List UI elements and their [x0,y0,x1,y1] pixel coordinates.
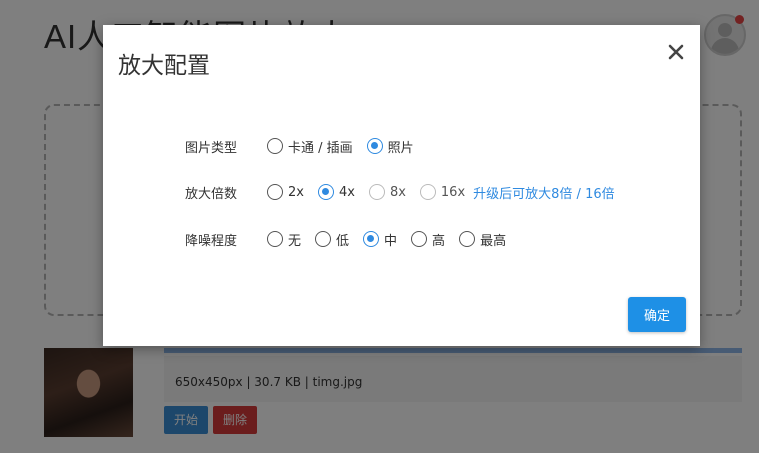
noise-reduction-row: 降噪程度 无 低 中 高 最高 [185,227,520,251]
radio-button-disabled [368,184,385,200]
option-label: 低 [336,233,350,249]
noise-option-high[interactable]: 高 [411,230,445,249]
option-label: 高 [432,233,446,249]
close-icon[interactable] [665,41,687,63]
confirm-button[interactable]: 确定 [628,297,686,332]
option-label: 卡通 / 插画 [288,140,353,156]
radio-button-selected[interactable] [363,231,380,247]
scale-option-2x[interactable]: 2x [267,184,304,200]
option-label: 2x [288,184,304,200]
noise-option-medium[interactable]: 中 [363,230,397,249]
noise-option-none[interactable]: 无 [267,230,301,249]
option-label: 8x [389,184,406,200]
radio-button[interactable] [267,138,283,154]
noise-reduction-label: 降噪程度 [185,233,238,249]
option-label: 4x [338,184,355,200]
image-type-row: 图片类型 卡通 / 插画 照片 [185,134,428,158]
option-label: 最高 [480,233,507,249]
upgrade-link[interactable]: 升级后可放大8倍 / 16倍 [473,183,614,202]
radio-button[interactable] [267,184,283,200]
scale-factor-row: 放大倍数 2x 4x 8x 16x 升级后可放大8倍 / 16倍 [185,180,615,204]
radio-button-disabled [419,184,436,200]
radio-button[interactable] [315,231,332,247]
scale-option-4x[interactable]: 4x [317,184,355,200]
image-type-option-cartoon[interactable]: 卡通 / 插画 [267,137,353,156]
noise-option-low[interactable]: 低 [315,230,349,249]
scale-option-8x: 8x [368,184,406,200]
radio-button[interactable] [459,231,476,247]
noise-option-highest[interactable]: 最高 [459,230,506,249]
scale-option-16x: 16x [419,184,466,200]
radio-button-selected[interactable] [317,184,334,200]
scale-factor-label: 放大倍数 [185,186,238,202]
option-label: 中 [384,233,398,249]
dialog-title: 放大配置 [118,53,210,79]
radio-button[interactable] [267,231,283,247]
option-label: 16x [440,184,466,200]
radio-button[interactable] [411,231,428,247]
option-label: 无 [288,233,302,249]
radio-button-selected[interactable] [366,138,383,154]
scale-config-dialog: 放大配置 图片类型 卡通 / 插画 照片 放大倍数 2x 4x 8x 16x 升… [103,25,700,346]
option-label: 照片 [387,140,414,156]
image-type-label: 图片类型 [185,140,238,156]
image-type-option-photo[interactable]: 照片 [366,137,414,156]
